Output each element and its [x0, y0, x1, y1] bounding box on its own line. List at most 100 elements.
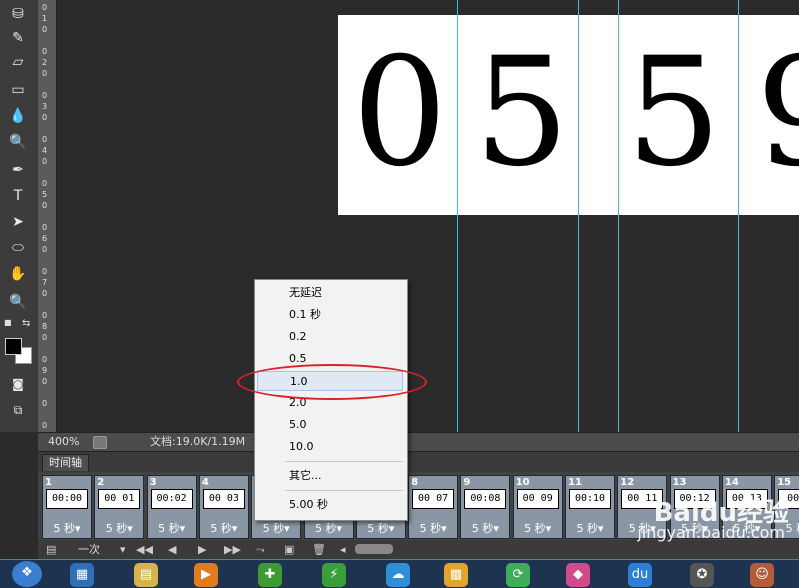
canvas-digit: 5: [474, 26, 570, 200]
swap-colors-icon[interactable]: ⇆: [22, 318, 30, 329]
shield-icon[interactable]: ⚡: [322, 563, 346, 587]
frame-thumbnail: 00 07: [412, 489, 455, 509]
menu-item-no-delay[interactable]: 无延迟: [257, 283, 403, 303]
frame-delay-dropdown[interactable]: 5 秒▾: [461, 520, 509, 536]
timeline-frame[interactable]: 8 00 07 5 秒▾: [408, 475, 459, 539]
next-frame-button[interactable]: ▶▶: [224, 542, 241, 558]
canvas-digit: 5: [626, 26, 722, 200]
ruler-tick-label: 0: [42, 267, 48, 276]
ruler-tick-label: 0: [42, 25, 48, 34]
dodge-icon[interactable]: 🔍: [6, 132, 30, 152]
zoom-level[interactable]: 400%: [48, 433, 79, 451]
status-bar: 400% 文档:19.0K/1.19M: [38, 432, 799, 451]
menu-item-10-0[interactable]: 10.0: [257, 437, 403, 457]
canvas-area[interactable]: 0 5 5 9: [57, 0, 799, 432]
ellipse-icon[interactable]: ⬭: [6, 238, 30, 258]
foreground-color-swatch[interactable]: [5, 338, 22, 355]
menu-separator: [285, 490, 403, 491]
status-menu-icon[interactable]: [93, 436, 107, 449]
guide-line[interactable]: [457, 0, 458, 432]
timeline-frame[interactable]: 11 00:10 5 秒▾: [565, 475, 615, 539]
du-icon[interactable]: du: [628, 563, 652, 587]
prev-frame-button[interactable]: ◀: [168, 542, 176, 558]
quick-mask-icon[interactable]: ◙: [6, 374, 30, 394]
guide-line[interactable]: [618, 0, 619, 432]
frame-delay-dropdown[interactable]: 5 秒▾: [252, 520, 300, 536]
stamp-icon[interactable]: ⛁: [6, 4, 30, 24]
timeline-frame[interactable]: 1 00:00 5 秒▾: [42, 475, 92, 539]
frame-delay-dropdown[interactable]: 5 秒▾: [514, 520, 562, 536]
plus-app-icon[interactable]: ✚: [258, 563, 282, 587]
media-player-icon[interactable]: ▶: [194, 563, 218, 587]
frame-delay-dropdown[interactable]: 5 秒▾: [43, 520, 91, 536]
tab-timeline[interactable]: 时间轴: [42, 454, 89, 471]
zoom-icon[interactable]: 🔍: [6, 292, 30, 312]
guide-line[interactable]: [738, 0, 739, 432]
ruler-tick-label: 0: [42, 69, 48, 78]
type-icon[interactable]: T: [6, 186, 30, 206]
frame-number: 12: [620, 477, 635, 488]
first-frame-button[interactable]: ◀◀: [136, 542, 153, 558]
history-brush-icon[interactable]: ✎: [6, 28, 30, 48]
frame-delay-dropdown[interactable]: 5 秒▾: [200, 520, 248, 536]
menu-item-other[interactable]: 其它...: [257, 466, 403, 486]
highlight-annotation: [237, 364, 427, 400]
frame-delay-dropdown[interactable]: 5 秒▾: [357, 520, 405, 536]
menu-item-0-2[interactable]: 0.2: [257, 327, 403, 347]
frame-delay-dropdown[interactable]: 5 秒▾: [566, 520, 614, 536]
cloud-icon[interactable]: ☁: [386, 563, 410, 587]
path-select-icon[interactable]: ➤: [6, 212, 30, 232]
default-colors-icon[interactable]: ■: [4, 318, 12, 327]
menu-item-current[interactable]: 5.00 秒: [257, 495, 403, 515]
play-button[interactable]: ▶: [198, 542, 206, 558]
film-icon[interactable]: ✪: [690, 563, 714, 587]
frame-thumbnail: 00 09: [516, 489, 559, 509]
windows-logo-icon[interactable]: ▦: [70, 563, 94, 587]
scrollbar-thumb[interactable]: [355, 544, 393, 554]
frame-number: 2: [97, 477, 105, 488]
document-canvas[interactable]: 0 5 5 9: [338, 15, 799, 215]
timeline-frame[interactable]: 9 00:08 5 秒▾: [460, 475, 511, 539]
eraser-icon[interactable]: ▱: [6, 52, 30, 72]
start-icon[interactable]: ❖: [12, 561, 42, 587]
frame-number: 10: [515, 477, 530, 488]
explorer-icon[interactable]: ▤: [134, 563, 158, 587]
loop-select[interactable]: 一次: [78, 542, 100, 558]
scroll-left-icon[interactable]: ◂: [340, 542, 346, 558]
gradient-icon[interactable]: ▭: [6, 80, 30, 100]
ruler-tick-label: 1: [42, 14, 48, 23]
timeline-frame[interactable]: 4 00 03 5 秒▾: [198, 475, 249, 539]
ruler-tick-label: 0: [42, 399, 48, 408]
people-icon[interactable]: ☺: [750, 563, 774, 587]
ruler-tick-label: 0: [42, 47, 48, 56]
menu-item-0-1[interactable]: 0.1 秒: [257, 305, 403, 325]
timeline-frame[interactable]: 2 00 01 5 秒▾: [94, 475, 145, 539]
grid-app-icon[interactable]: ▩: [444, 563, 468, 587]
hand-icon[interactable]: ✋: [6, 264, 30, 284]
timeline-frame[interactable]: 3 00:02 5 秒▾: [146, 475, 197, 539]
guide-line[interactable]: [578, 0, 579, 432]
timeline-frame[interactable]: 10 00 09 5 秒▾: [512, 475, 563, 539]
tween-icon[interactable]: ⤳: [256, 542, 265, 558]
sync-icon[interactable]: ⟳: [506, 563, 530, 587]
chevron-down-icon[interactable]: ▾: [120, 542, 126, 558]
ruler-tick-label: 7: [42, 278, 48, 287]
color-app-icon[interactable]: ◆: [566, 563, 590, 587]
ruler-tick-label: 5: [42, 190, 48, 199]
trash-icon[interactable]: 🗑: [312, 542, 326, 558]
new-frame-icon[interactable]: ▣: [284, 542, 294, 558]
tools-panel: ⛁ ✎ ▱ ▭ 💧 🔍 ✒ T ➤ ⬭ ✋ 🔍 ■ ⇆ ◙ ⧉: [0, 0, 39, 432]
frame-delay-dropdown[interactable]: 5 秒▾: [305, 520, 353, 536]
frame-delay-dropdown[interactable]: 5 秒▾: [148, 520, 196, 536]
frame-delay-dropdown[interactable]: 5 秒▾: [95, 520, 143, 536]
blur-icon[interactable]: 💧: [6, 106, 30, 126]
convert-icon[interactable]: ▤: [46, 542, 56, 558]
ruler-tick-label: 0: [42, 377, 48, 386]
frame-number: 8: [411, 477, 419, 488]
pen-icon[interactable]: ✒: [6, 160, 30, 180]
menu-item-5-0[interactable]: 5.0: [257, 415, 403, 435]
taskbar: ❖ ▦ ▤ ▶ ✚ ⚡ ☁ ▩ ⟳ ◆ du ✪ ☺: [0, 559, 799, 588]
screen-mode-icon[interactable]: ⧉: [6, 400, 30, 420]
frame-delay-dropdown[interactable]: 5 秒▾: [409, 520, 457, 536]
document-info[interactable]: 文档:19.0K/1.19M: [150, 433, 245, 451]
